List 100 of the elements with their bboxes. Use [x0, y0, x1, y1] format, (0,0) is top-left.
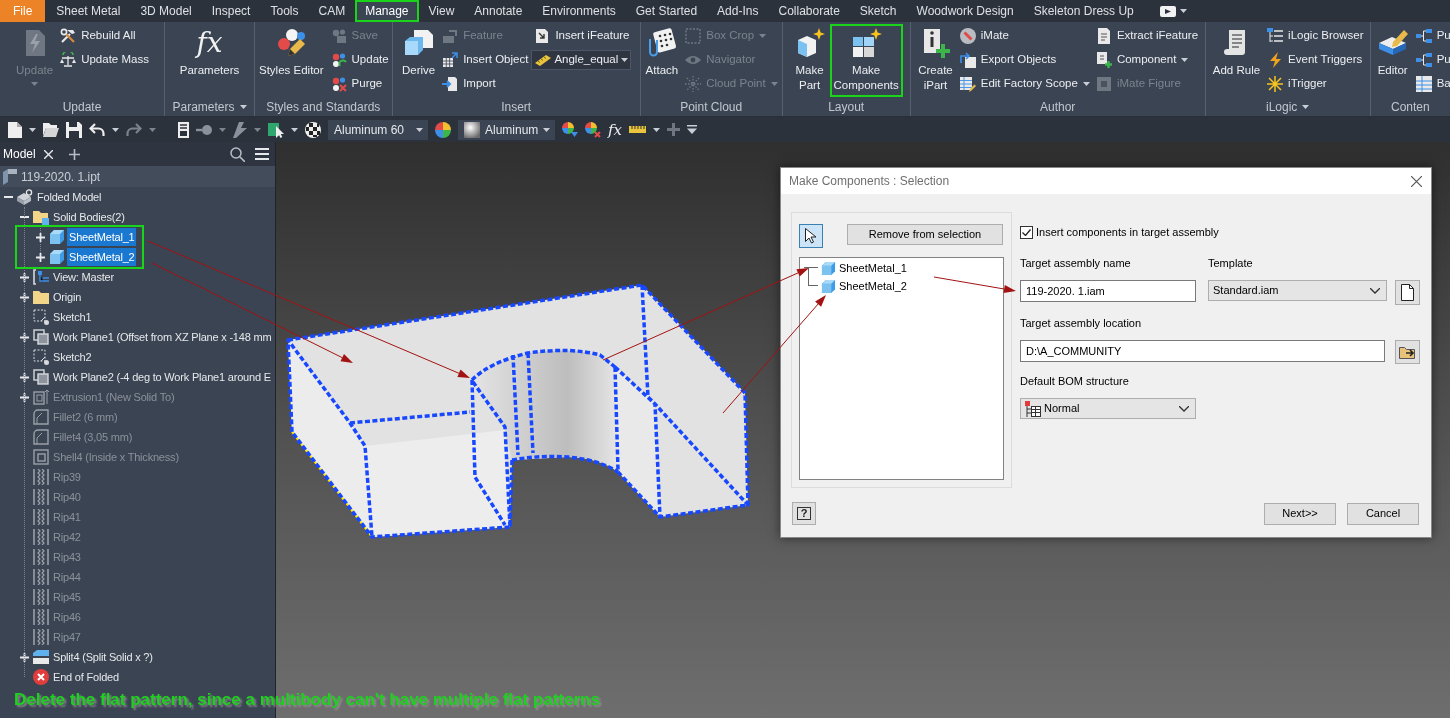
expand-icon[interactable]: [19, 372, 29, 382]
ribbon-button[interactable]: Insert Object: [439, 48, 532, 72]
ribbon-tab[interactable]: Tools: [260, 0, 309, 22]
close-icon[interactable]: [1411, 175, 1422, 187]
save-icon[interactable]: [66, 121, 82, 138]
select-tool-button[interactable]: [799, 224, 823, 248]
tree-node[interactable]: Work Plane1 (Offset from XZ Plane x -148 mm: [51, 327, 274, 347]
ribbon-button[interactable]: Purge: [327, 72, 392, 96]
ribbon-button[interactable]: iMate: [956, 24, 1093, 48]
ribbon-tab[interactable]: View: [418, 0, 465, 22]
expand-icon[interactable]: [19, 332, 29, 342]
ribbon-tab[interactable]: Skeleton Dress Up: [1023, 0, 1144, 22]
tree-node[interactable]: Sketch2: [51, 347, 94, 367]
help-button[interactable]: ?: [792, 502, 816, 525]
ribbon-tab[interactable]: CAM: [308, 0, 356, 22]
ifeature-dropdown[interactable]: Angle_equal: [531, 50, 632, 70]
ribbon-button[interactable]: Rebuild All: [57, 24, 152, 48]
ribbon-button[interactable]: Ba: [1412, 72, 1450, 96]
redo-icon[interactable]: [126, 123, 142, 136]
checker-ball-icon[interactable]: [305, 121, 321, 138]
tree-node[interactable]: View: Master: [51, 267, 116, 287]
tree-node[interactable]: Origin: [51, 287, 84, 307]
panel-title[interactable]: iLogic: [1265, 98, 1310, 116]
browse-button[interactable]: [1395, 340, 1420, 364]
ribbon-tab[interactable]: Collaborate: [768, 0, 850, 22]
form-icon[interactable]: [178, 121, 189, 138]
checkbox[interactable]: [1020, 225, 1033, 239]
caret-icon[interactable]: [149, 127, 156, 132]
ribbon-button[interactable]: Event Triggers: [1264, 48, 1367, 72]
expand-icon[interactable]: [35, 252, 45, 262]
caret-icon[interactable]: [653, 127, 660, 132]
ribbon-button[interactable]: iLogic Browser: [1264, 24, 1367, 48]
next-button[interactable]: Next>>: [1264, 502, 1336, 525]
customize-icon[interactable]: [687, 125, 697, 134]
ribbon-large-button[interactable]: Styles Editor: [255, 24, 328, 97]
ribbon-tab[interactable]: Add-Ins: [707, 0, 769, 22]
ribbon-tab[interactable]: Woodwork Design: [906, 0, 1024, 22]
caret-icon[interactable]: [291, 127, 298, 132]
caret-icon[interactable]: [1179, 9, 1187, 13]
color-wheel-icon[interactable]: [435, 121, 451, 138]
open-folder-icon[interactable]: [43, 122, 59, 137]
ribbon-tab[interactable]: Annotate: [464, 0, 533, 22]
tree-node[interactable]: End of Folded: [51, 667, 121, 687]
ribbon-tab[interactable]: Manage: [355, 0, 419, 22]
color-clear-icon[interactable]: [585, 121, 601, 138]
assembly-location-field[interactable]: D:\A_COMMUNITY: [1020, 340, 1385, 362]
ribbon-button[interactable]: Pu: [1412, 24, 1450, 48]
tree-node[interactable]: Work Plane2 (-4 deg to Work Plane1 around E: [51, 367, 273, 387]
ribbon-button[interactable]: Extract iFeature: [1092, 24, 1202, 48]
ribbon-large-button[interactable]: fx Parameters: [175, 24, 244, 97]
ribbon-large-button[interactable]: Derive: [397, 24, 440, 97]
caret-icon[interactable]: [219, 127, 226, 132]
caret-icon[interactable]: [29, 127, 36, 132]
tree-node[interactable]: Solid Bodies(2): [51, 207, 127, 227]
bolt-icon[interactable]: [233, 121, 247, 138]
ribbon-large-button[interactable]: Attach: [641, 24, 683, 97]
select-icon[interactable]: [268, 121, 284, 138]
ribbon-tab[interactable]: Sketch: [849, 0, 907, 22]
tree-node[interactable]: SheetMetal_2: [67, 247, 137, 267]
color-pick-icon[interactable]: [562, 121, 578, 138]
search-icon[interactable]: [230, 146, 245, 162]
ribbon-large-button[interactable]: Create iPart: [914, 24, 957, 97]
ribbon-button[interactable]: Insert iFeature: [531, 24, 635, 48]
tree-node[interactable]: Sketch1: [51, 307, 94, 327]
ribbon-button[interactable]: Pu: [1412, 48, 1450, 72]
ribbon-button[interactable]: Edit Factory Scope: [956, 72, 1093, 96]
template-dropdown[interactable]: Standard.iam: [1208, 280, 1387, 301]
fx-icon[interactable]: fx: [608, 121, 622, 138]
ribbon-button[interactable]: iTrigger: [1264, 72, 1367, 96]
ribbon-tab[interactable]: 3D Model: [130, 0, 202, 22]
selection-item[interactable]: SheetMetal_2: [839, 277, 907, 295]
point-icon[interactable]: [196, 124, 212, 135]
ribbon-tab[interactable]: Environments: [532, 0, 626, 22]
panel-title[interactable]: Parameters: [172, 98, 247, 116]
bom-dropdown[interactable]: Normal: [1020, 398, 1196, 419]
menu-icon[interactable]: [255, 148, 269, 160]
ribbon-button[interactable]: Export Objects: [956, 48, 1093, 72]
expand-icon[interactable]: [19, 652, 29, 662]
ribbon-button[interactable]: Component: [1092, 48, 1202, 72]
undo-icon[interactable]: [89, 123, 105, 136]
play-icon[interactable]: [1159, 5, 1176, 17]
cancel-button[interactable]: Cancel: [1347, 502, 1419, 525]
remove-button[interactable]: Remove from selection: [847, 224, 1003, 245]
caret-icon[interactable]: [254, 127, 261, 132]
new-document-icon[interactable]: [8, 121, 22, 138]
ribbon-large-button[interactable]: Editor: [1372, 24, 1413, 97]
expand-icon[interactable]: [19, 392, 29, 402]
appearance-dropdown[interactable]: Aluminum: [458, 119, 555, 140]
tree-node[interactable]: SheetMetal_1: [67, 227, 137, 247]
caret-icon[interactable]: [112, 127, 119, 132]
ribbon-large-button[interactable]: Make Part: [789, 24, 830, 97]
expand-icon[interactable]: [19, 272, 29, 282]
plus-icon[interactable]: [667, 123, 680, 136]
ribbon-button[interactable]: Import: [439, 72, 532, 96]
tree-node[interactable]: Folded Model: [35, 187, 104, 207]
expand-icon[interactable]: [35, 232, 45, 242]
ribbon-tab[interactable]: Sheet Metal: [46, 0, 131, 22]
add-icon[interactable]: [68, 148, 80, 160]
material-dropdown[interactable]: Aluminum 60: [328, 119, 428, 140]
tree-node[interactable]: Split4 (Split Solid x ?): [51, 647, 155, 667]
